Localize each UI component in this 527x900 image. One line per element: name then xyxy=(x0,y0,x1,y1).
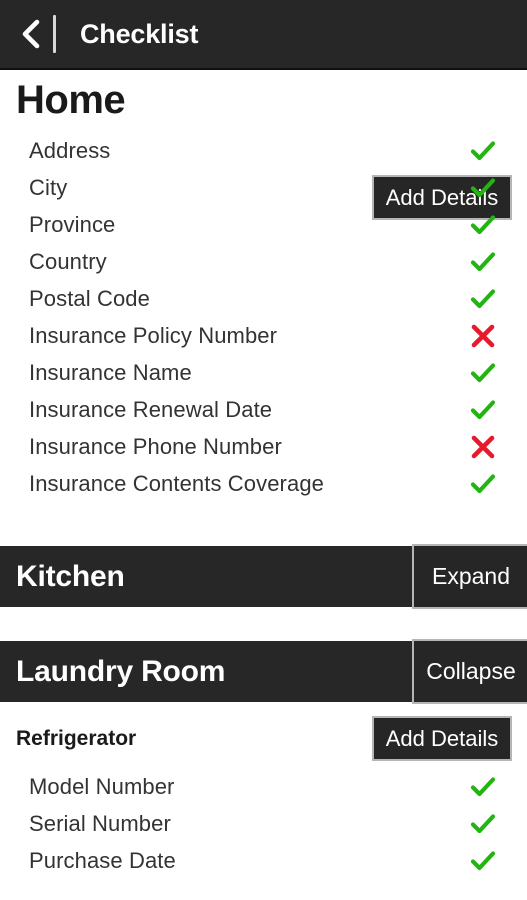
checklist-item-label: Purchase Date xyxy=(29,847,176,873)
checklist-row[interactable]: Postal Code xyxy=(0,280,527,317)
checklist-row[interactable]: Address xyxy=(0,132,527,169)
checklist-row[interactable]: Country xyxy=(0,243,527,280)
status-cross-icon xyxy=(470,323,496,349)
checklist-row[interactable]: Purchase Date xyxy=(0,842,527,879)
checklist-row[interactable]: Serial Number xyxy=(0,805,527,842)
section-bar-kitchen[interactable]: Kitchen Expand xyxy=(0,544,527,609)
back-button[interactable] xyxy=(12,12,48,56)
checklist-item-label: Insurance Name xyxy=(29,359,192,385)
checklist-item-label: Insurance Renewal Date xyxy=(29,396,273,422)
status-cross-icon xyxy=(470,434,496,460)
checklist-item-label: Postal Code xyxy=(29,285,150,311)
status-check-icon xyxy=(470,471,496,497)
header-divider xyxy=(53,15,56,53)
status-check-icon xyxy=(470,175,496,201)
status-check-icon xyxy=(470,811,496,837)
group-refrigerator: Refrigerator Add Details Model Number Se… xyxy=(0,710,527,889)
section-bar-laundry-room[interactable]: Laundry Room Collapse xyxy=(0,639,527,704)
app-header: Checklist xyxy=(0,0,527,70)
collapse-button-laundry-room[interactable]: Collapse xyxy=(412,639,527,704)
status-check-icon xyxy=(470,249,496,275)
chevron-left-icon xyxy=(19,19,41,49)
group-refrigerator-header: Refrigerator Add Details xyxy=(0,710,527,768)
checklist-row[interactable]: Province xyxy=(0,206,527,243)
status-check-icon xyxy=(470,360,496,386)
checklist-row[interactable]: City xyxy=(0,169,527,206)
status-check-icon xyxy=(470,774,496,800)
section-home-title: Home xyxy=(16,78,126,122)
checklist-row[interactable]: Insurance Policy Number xyxy=(0,317,527,354)
checklist-item-label: Insurance Policy Number xyxy=(29,322,278,348)
checklist-item-label: Province xyxy=(29,211,116,237)
checklist-row[interactable]: Insurance Name xyxy=(0,354,527,391)
section-home: Home Add Details Address City Province C… xyxy=(0,70,527,512)
add-details-button-refrigerator[interactable]: Add Details xyxy=(372,716,512,761)
section-home-header: Home xyxy=(0,70,527,132)
checklist-item-label: Model Number xyxy=(29,773,175,799)
status-check-icon xyxy=(470,848,496,874)
status-check-icon xyxy=(470,212,496,238)
checklist-screen: Checklist Home Add Details Address City … xyxy=(0,0,527,900)
checklist-row[interactable]: Insurance Renewal Date xyxy=(0,391,527,428)
page-title: Checklist xyxy=(80,18,199,49)
checklist-item-label: Address xyxy=(29,137,111,163)
checklist-row[interactable]: Insurance Contents Coverage xyxy=(0,465,527,502)
checklist-row[interactable]: Model Number xyxy=(0,768,527,805)
section-laundry-room-title: Laundry Room xyxy=(16,654,226,688)
status-check-icon xyxy=(470,286,496,312)
checklist-row[interactable]: Insurance Phone Number xyxy=(0,428,527,465)
expand-button-kitchen[interactable]: Expand xyxy=(412,544,527,609)
checklist-item-label: Serial Number xyxy=(29,810,171,836)
status-check-icon xyxy=(470,397,496,423)
spacer xyxy=(0,607,527,641)
status-check-icon xyxy=(470,138,496,164)
checklist-item-label: City xyxy=(29,174,68,200)
group-refrigerator-title: Refrigerator xyxy=(16,727,137,750)
spacer xyxy=(0,512,527,546)
section-kitchen-title: Kitchen xyxy=(16,559,125,593)
checklist-item-label: Country xyxy=(29,248,107,274)
checklist-item-label: Insurance Phone Number xyxy=(29,433,282,459)
checklist-item-label: Insurance Contents Coverage xyxy=(29,470,324,496)
